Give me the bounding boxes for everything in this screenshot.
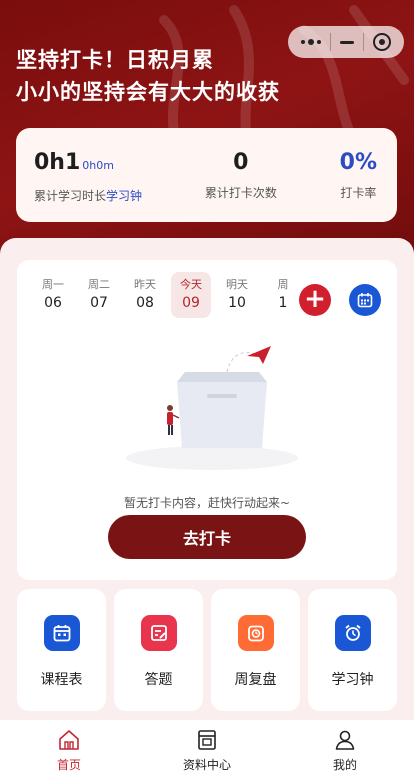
home-icon — [59, 730, 79, 750]
date-weekday: 周一 — [42, 278, 64, 291]
slogan-line-1: 坚持打卡！日积月累 — [16, 47, 214, 72]
bottom-tab-bar: 首页 资料中心 我的 — [0, 720, 414, 780]
weekly-review-icon — [237, 615, 274, 651]
date-day: 09 — [182, 295, 200, 311]
tool-label: 学习钟 — [331, 672, 374, 688]
checkin-rate-stat: 0% 打卡率 — [340, 150, 377, 222]
user-icon — [335, 730, 355, 750]
plus-icon: + — [304, 284, 326, 314]
miniprogram-capsule — [288, 26, 404, 58]
checkin-count-stat: 0 累计打卡次数 — [205, 150, 277, 222]
date-weekday: 今天 — [180, 278, 202, 291]
tab-mine[interactable]: 我的 — [276, 720, 414, 780]
tool-study-clock[interactable]: 学习钟 — [308, 589, 397, 711]
capsule-divider — [329, 33, 331, 51]
study-time-stat: 0h1 0h0m 累计学习时长学习钟 — [34, 150, 142, 222]
calendar-button[interactable] — [349, 284, 381, 316]
tool-grid: 课程表 答题 周复盘 学习钟 — [17, 589, 397, 711]
add-checkin-button[interactable]: + — [299, 284, 331, 316]
tab-label: 资料中心 — [182, 758, 231, 772]
date-day: 06 — [44, 295, 62, 311]
main-panel: 周一 06 周二 07 昨天 08 今天 09 明天 10 周1 + 暂无打卡内… — [0, 238, 414, 722]
checkin-rate-label: 打卡率 — [340, 186, 377, 200]
study-time-label: 累计学习时长学习钟 — [34, 189, 143, 203]
date-item[interactable]: 昨天 08 — [125, 272, 165, 318]
document-icon — [198, 730, 216, 750]
date-weekday: 昨天 — [134, 278, 156, 291]
more-icon[interactable] — [300, 39, 321, 45]
tool-label: 答题 — [144, 672, 173, 688]
date-day: 08 — [136, 295, 154, 311]
tool-label: 周复盘 — [234, 672, 277, 688]
slogan: 坚持打卡！日积月累 小小的坚持会有大大的收获 — [16, 44, 280, 108]
close-miniprogram-icon[interactable] — [373, 33, 392, 51]
checkin-rate-value: 0% — [339, 150, 377, 175]
study-clock-link[interactable]: 学习钟 — [106, 189, 142, 203]
tool-label: 课程表 — [40, 672, 83, 688]
checkin-count-label: 累计打卡次数 — [204, 186, 277, 200]
tool-weekly-review[interactable]: 周复盘 — [211, 589, 300, 711]
tool-schedule[interactable]: 课程表 — [17, 589, 106, 711]
quiz-icon — [140, 615, 177, 651]
date-strip[interactable]: 周一 06 周二 07 昨天 08 今天 09 明天 10 周1 — [33, 272, 305, 318]
date-item-today[interactable]: 今天 09 — [171, 272, 211, 318]
tab-resource-center[interactable]: 资料中心 — [138, 720, 276, 780]
date-weekday: 周 — [277, 278, 289, 291]
checkin-card: 周一 06 周二 07 昨天 08 今天 09 明天 10 周1 + 暂无打卡内… — [17, 260, 397, 580]
date-weekday: 周二 — [88, 278, 110, 291]
alarm-clock-icon — [334, 615, 371, 651]
tool-quiz[interactable]: 答题 — [114, 589, 203, 711]
calendar-icon — [357, 293, 373, 308]
date-item[interactable]: 明天 10 — [217, 272, 257, 318]
slogan-line-2: 小小的坚持会有大大的收获 — [16, 79, 280, 104]
date-weekday: 明天 — [226, 278, 248, 291]
empty-box-illustration — [126, 346, 298, 470]
capsule-divider — [363, 33, 365, 51]
date-item[interactable]: 周二 07 — [79, 272, 119, 318]
tab-label: 首页 — [56, 758, 81, 772]
date-day: 1 — [278, 295, 288, 311]
date-day: 10 — [228, 295, 246, 311]
stats-card: 0h1 0h0m 累计学习时长学习钟 0 累计打卡次数 0% 打卡率 — [16, 128, 397, 222]
date-item[interactable]: 周1 — [263, 272, 303, 318]
go-checkin-button[interactable]: 去打卡 — [108, 515, 306, 559]
date-item[interactable]: 周一 06 — [33, 272, 73, 318]
date-day: 07 — [90, 295, 108, 311]
minimize-icon[interactable] — [339, 40, 354, 44]
empty-state-text: 暂无打卡内容，赶快行动起来~ — [123, 496, 291, 510]
tab-home[interactable]: 首页 — [0, 720, 138, 780]
checkin-count-value: 0 — [233, 150, 249, 175]
tab-label: 我的 — [332, 758, 357, 772]
schedule-icon — [43, 615, 80, 651]
study-time-sub: 0h0m — [82, 159, 114, 172]
study-time-value: 0h1 0h0m — [34, 150, 114, 175]
